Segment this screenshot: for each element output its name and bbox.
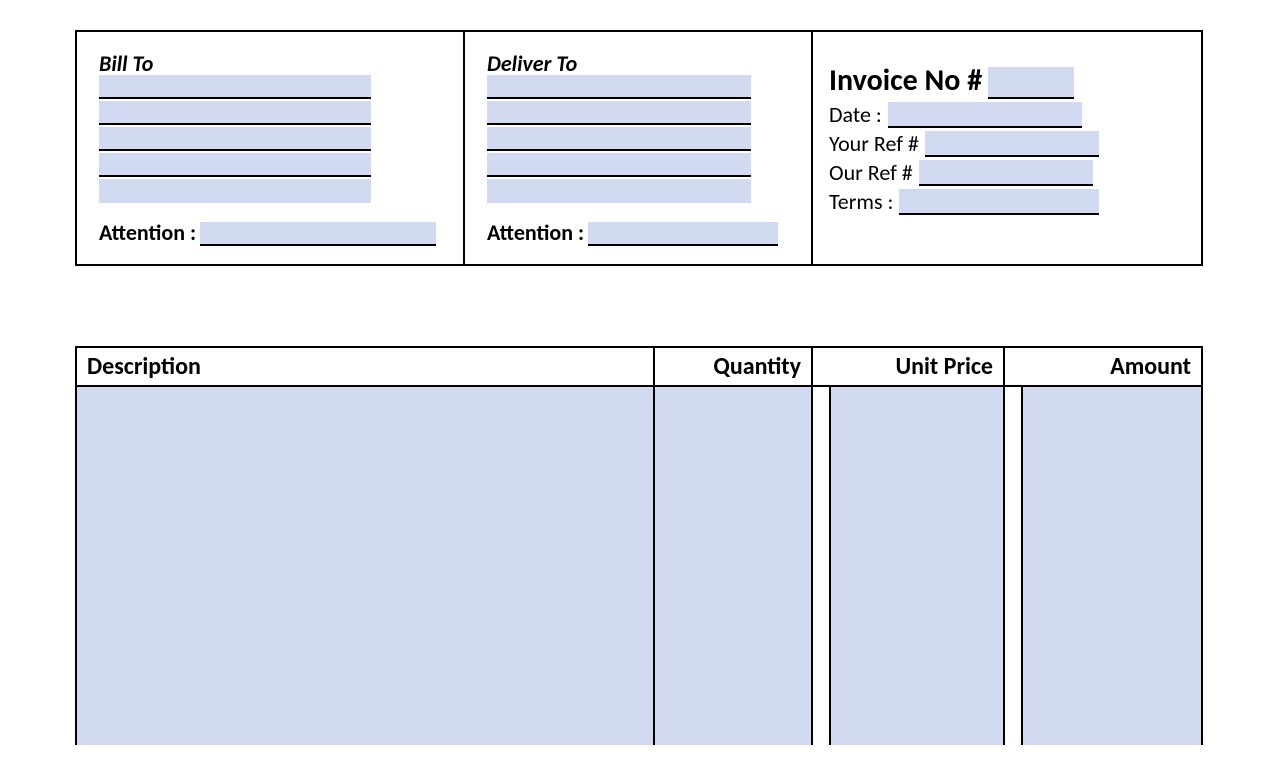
quantity-cell[interactable] bbox=[655, 387, 813, 745]
unit-price-cell[interactable] bbox=[831, 387, 1005, 745]
deliver-to-line-5[interactable] bbox=[487, 179, 751, 203]
your-ref-field[interactable] bbox=[925, 131, 1099, 157]
deliver-to-line-2[interactable] bbox=[487, 101, 751, 125]
amount-cell[interactable] bbox=[1023, 387, 1201, 745]
bill-to-line-4[interactable] bbox=[99, 153, 371, 177]
invoice-header: Bill To Attention : Deliver To Attention… bbox=[75, 30, 1203, 266]
invoice-meta-section: Invoice No # Date : Your Ref # Our Ref #… bbox=[813, 32, 1201, 264]
col-header-quantity: Quantity bbox=[655, 348, 813, 385]
date-label: Date : bbox=[829, 101, 882, 128]
our-ref-label: Our Ref # bbox=[829, 159, 913, 186]
col-header-description: Description bbox=[77, 348, 655, 385]
your-ref-label: Your Ref # bbox=[829, 130, 919, 157]
col-header-unit-price: Unit Price bbox=[813, 348, 1005, 385]
bill-to-attention-field[interactable] bbox=[200, 222, 436, 246]
line-items-header: Description Quantity Unit Price Amount bbox=[77, 348, 1201, 387]
deliver-to-section: Deliver To Attention : bbox=[465, 32, 813, 264]
deliver-to-line-4[interactable] bbox=[487, 153, 751, 177]
deliver-to-attention-field[interactable] bbox=[588, 222, 778, 246]
bill-to-line-1[interactable] bbox=[99, 75, 371, 99]
invoice-no-label: Invoice No # bbox=[829, 62, 982, 99]
our-ref-field[interactable] bbox=[919, 160, 1093, 186]
bill-to-title: Bill To bbox=[99, 50, 153, 77]
deliver-to-attention-label: Attention : bbox=[487, 219, 584, 246]
description-cell[interactable] bbox=[77, 387, 655, 745]
terms-label: Terms : bbox=[829, 188, 893, 215]
deliver-to-line-3[interactable] bbox=[487, 127, 751, 151]
terms-field[interactable] bbox=[899, 189, 1099, 215]
bill-to-section: Bill To Attention : bbox=[77, 32, 465, 264]
bill-to-attention-label: Attention : bbox=[99, 219, 196, 246]
deliver-to-line-1[interactable] bbox=[487, 75, 751, 99]
bill-to-line-5[interactable] bbox=[99, 179, 371, 203]
col-header-amount: Amount bbox=[1005, 348, 1201, 385]
deliver-to-title: Deliver To bbox=[487, 50, 577, 77]
gap bbox=[813, 387, 831, 745]
date-field[interactable] bbox=[888, 102, 1082, 128]
invoice-no-field[interactable] bbox=[988, 67, 1074, 99]
gap bbox=[1005, 387, 1023, 745]
line-items-table: Description Quantity Unit Price Amount bbox=[75, 346, 1203, 745]
bill-to-line-2[interactable] bbox=[99, 101, 371, 125]
bill-to-line-3[interactable] bbox=[99, 127, 371, 151]
line-items-body bbox=[77, 387, 1201, 745]
